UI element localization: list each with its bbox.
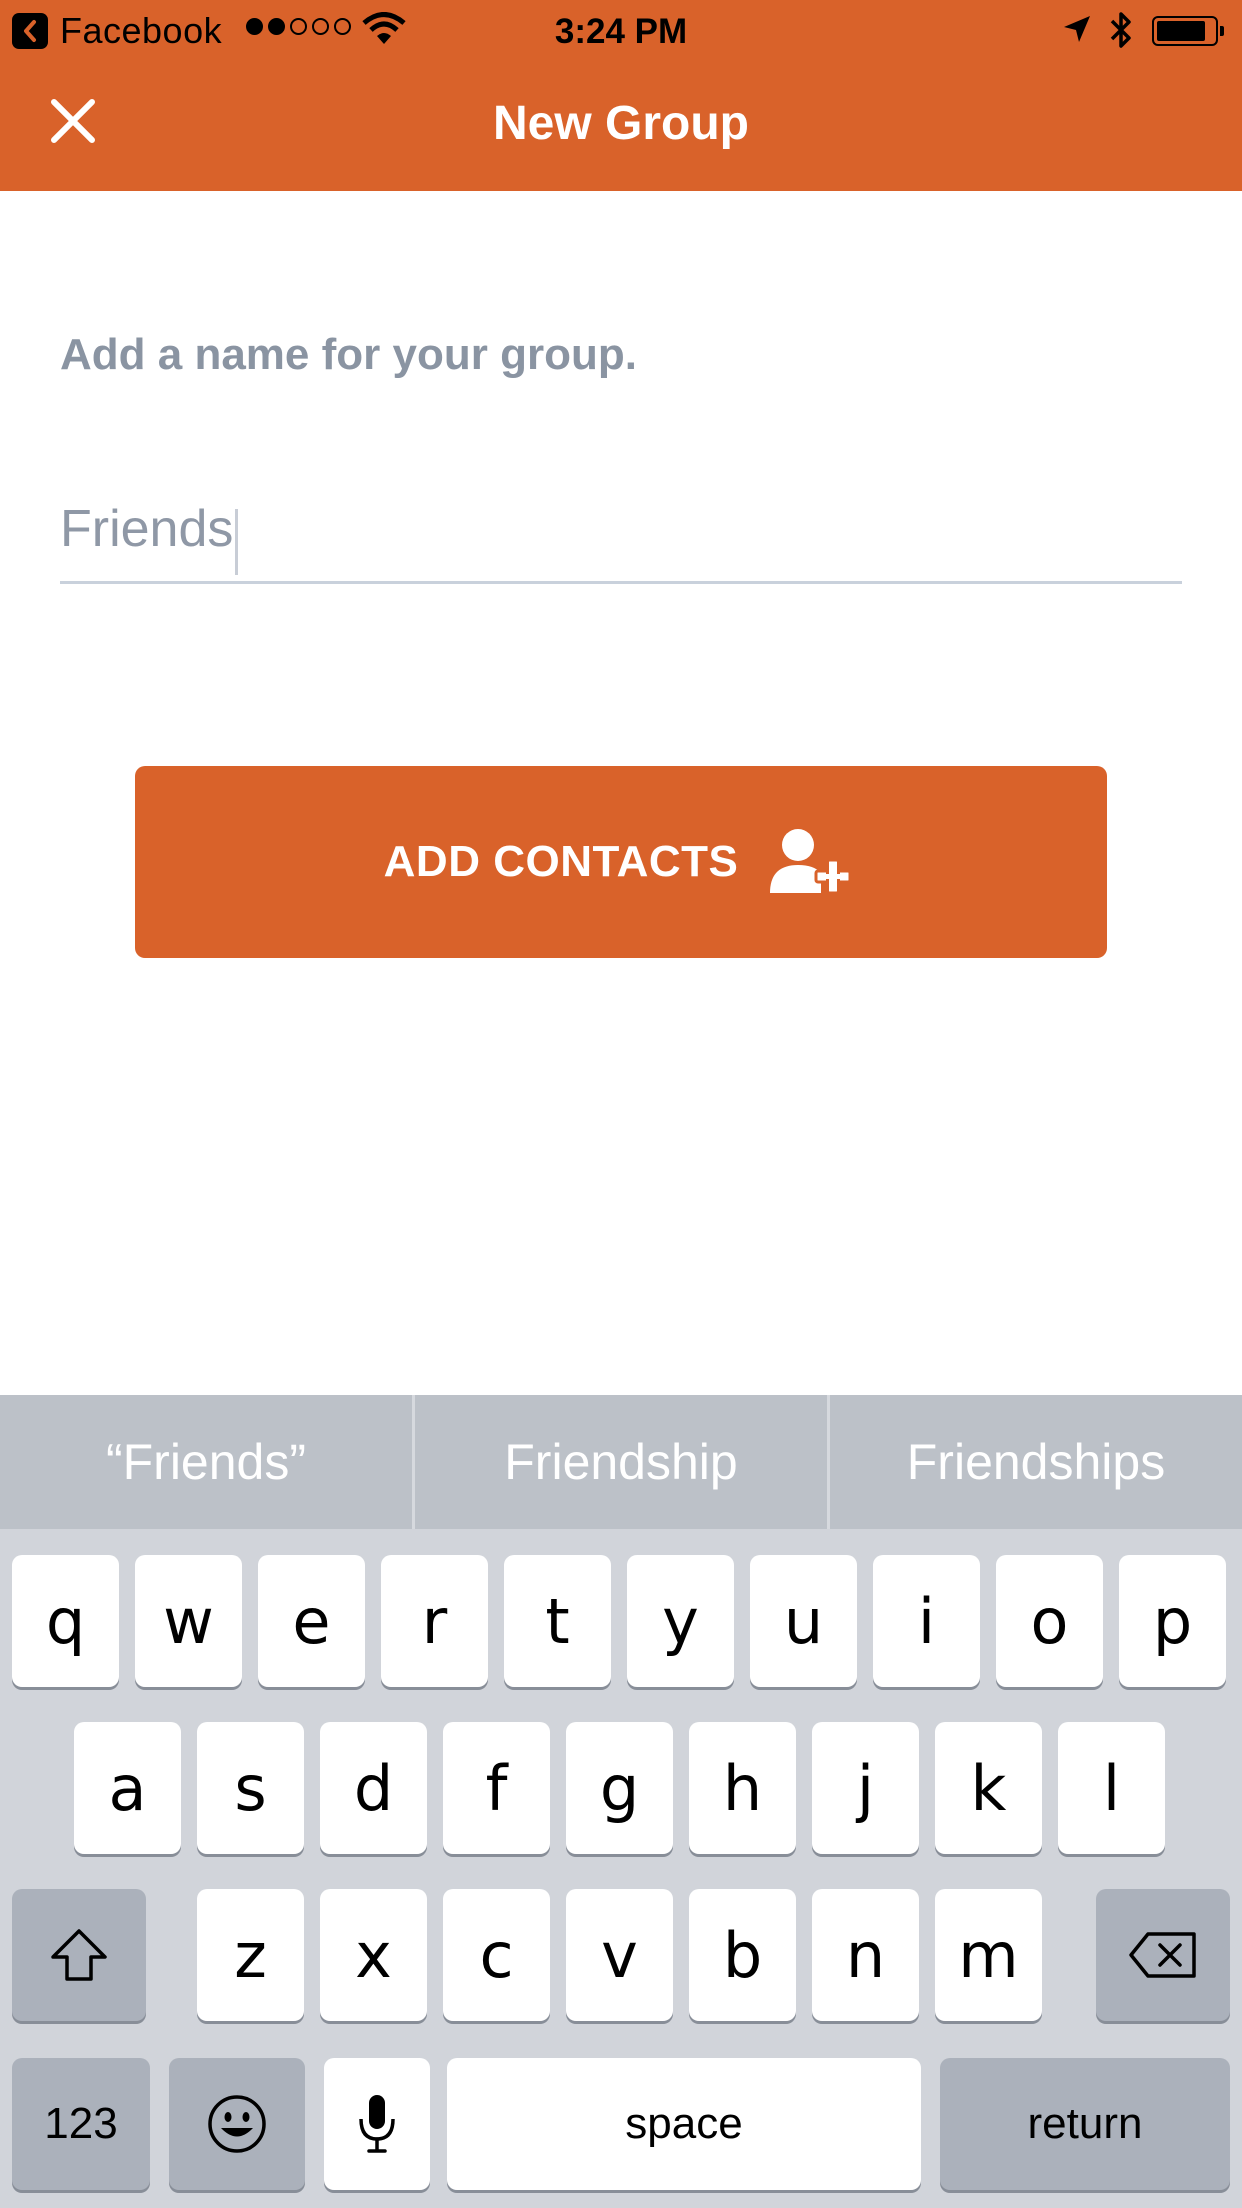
- battery-icon: [1152, 16, 1218, 46]
- key-e[interactable]: e: [258, 1555, 365, 1687]
- dictation-key[interactable]: [324, 2058, 430, 2190]
- shift-icon: [51, 1929, 107, 1981]
- suggestion-2[interactable]: Friendship: [415, 1395, 827, 1529]
- bluetooth-icon: [1108, 10, 1134, 55]
- suggestion-bar: “Friends” Friendship Friendships: [0, 1395, 1242, 1529]
- key-r[interactable]: r: [381, 1555, 488, 1687]
- keyboard: “Friends” Friendship Friendships q w e r…: [0, 1395, 1242, 2208]
- key-g[interactable]: g: [566, 1722, 673, 1854]
- key-f[interactable]: f: [443, 1722, 550, 1854]
- key-w[interactable]: w: [135, 1555, 242, 1687]
- key-c[interactable]: c: [443, 1889, 550, 2021]
- numbers-key[interactable]: 123: [12, 2058, 150, 2190]
- group-name-prompt: Add a name for your group.: [60, 330, 637, 379]
- key-v[interactable]: v: [566, 1889, 673, 2021]
- text-caret: [235, 508, 239, 575]
- key-d[interactable]: d: [320, 1722, 427, 1854]
- microphone-icon: [359, 2095, 395, 2153]
- key-i[interactable]: i: [873, 1555, 980, 1687]
- key-n[interactable]: n: [812, 1889, 919, 2021]
- key-l[interactable]: l: [1058, 1722, 1165, 1854]
- suggestion-1[interactable]: “Friends”: [0, 1395, 412, 1529]
- group-name-value: Friends: [60, 500, 234, 558]
- emoji-icon: [208, 2095, 266, 2153]
- space-key[interactable]: space: [447, 2058, 921, 2190]
- key-x[interactable]: x: [320, 1889, 427, 2021]
- add-user-icon: [766, 827, 858, 897]
- backspace-key[interactable]: [1096, 1889, 1230, 2021]
- key-o[interactable]: o: [996, 1555, 1103, 1687]
- key-s[interactable]: s: [197, 1722, 304, 1854]
- suggestion-3[interactable]: Friendships: [830, 1395, 1242, 1529]
- key-t[interactable]: t: [504, 1555, 611, 1687]
- group-name-input[interactable]: Friends: [60, 490, 1182, 584]
- key-u[interactable]: u: [750, 1555, 857, 1687]
- shift-key[interactable]: [12, 1889, 146, 2021]
- key-y[interactable]: y: [627, 1555, 734, 1687]
- app-header: Facebook 3:24 PM New Group: [0, 0, 1242, 191]
- add-contacts-label: ADD CONTACTS: [383, 837, 739, 886]
- status-bar: Facebook 3:24 PM: [0, 0, 1242, 60]
- key-m[interactable]: m: [935, 1889, 1042, 2021]
- key-h[interactable]: h: [689, 1722, 796, 1854]
- key-j[interactable]: j: [812, 1722, 919, 1854]
- key-q[interactable]: q: [12, 1555, 119, 1687]
- battery-tip: [1220, 26, 1224, 36]
- return-key[interactable]: return: [940, 2058, 1230, 2190]
- key-p[interactable]: p: [1119, 1555, 1226, 1687]
- emoji-key[interactable]: [169, 2058, 305, 2190]
- key-b[interactable]: b: [689, 1889, 796, 2021]
- key-k[interactable]: k: [935, 1722, 1042, 1854]
- page-title: New Group: [492, 97, 749, 150]
- key-a[interactable]: a: [74, 1722, 181, 1854]
- add-contacts-button[interactable]: ADD CONTACTS: [135, 766, 1107, 958]
- location-arrow-icon: [1062, 14, 1092, 49]
- key-z[interactable]: z: [197, 1889, 304, 2021]
- status-time: 3:24 PM: [554, 12, 688, 51]
- backspace-icon: [1129, 1932, 1196, 1978]
